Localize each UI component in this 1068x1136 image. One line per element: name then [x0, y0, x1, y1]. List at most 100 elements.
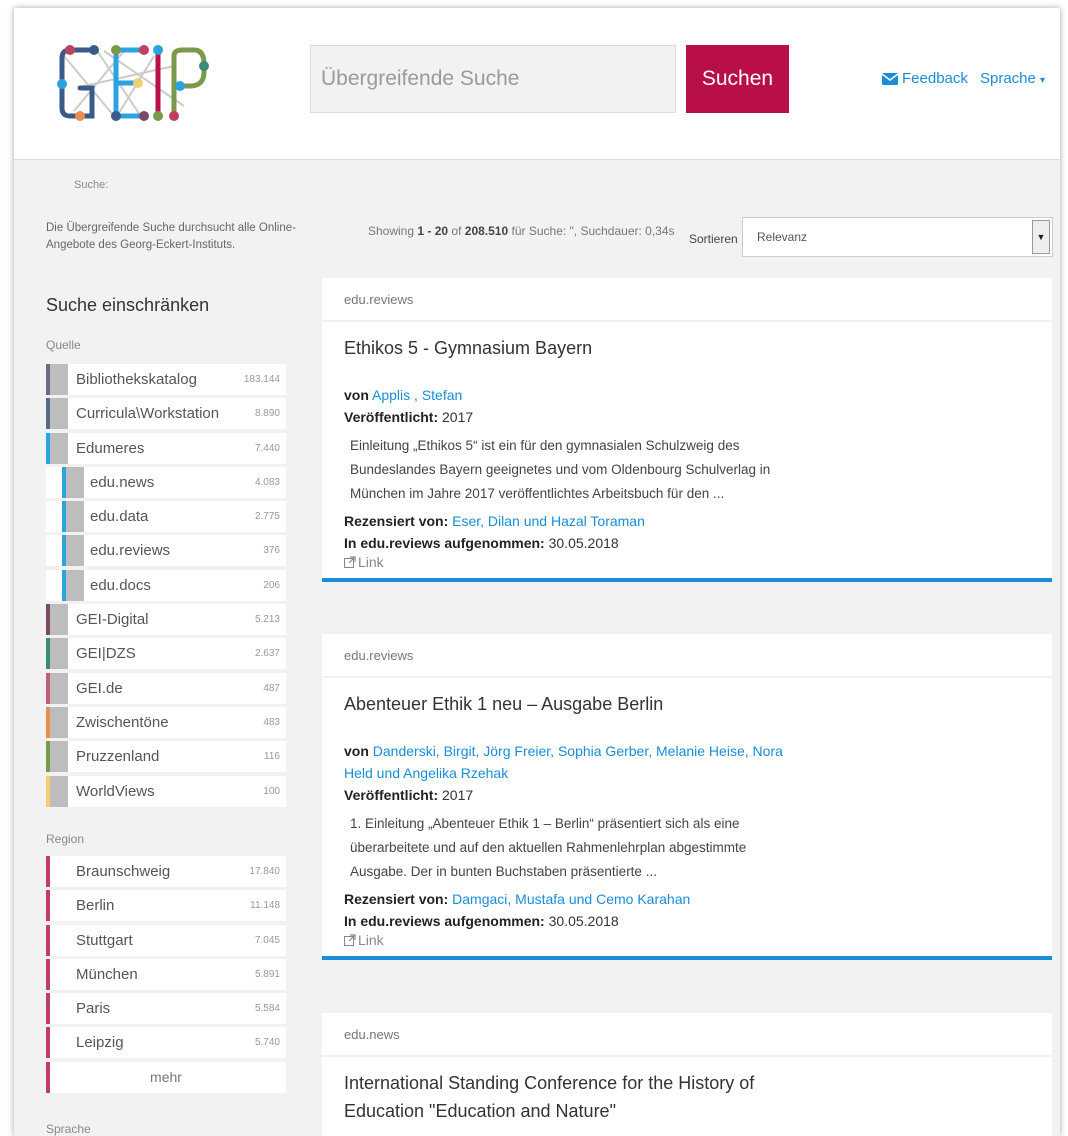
facet-label: edu.news — [90, 473, 155, 491]
facet-group-region: Region — [46, 832, 85, 846]
result-link[interactable]: Link — [344, 554, 384, 570]
facet-item[interactable]: Bibliothekskatalog 183.144 — [46, 364, 286, 395]
facet-count: 11.148 — [250, 900, 280, 912]
result-source: edu.news — [322, 1013, 1052, 1057]
facet-shade-marker — [50, 432, 68, 464]
facet-shade-marker — [50, 741, 68, 773]
facet-group-quelle: Quelle — [46, 338, 81, 352]
result-body: International Standing Conference for th… — [322, 1057, 1052, 1136]
page: Suchen Feedback Sprache ▾ Suche: Die Übe… — [14, 8, 1060, 1136]
reviewed-label: Rezensiert von: — [344, 891, 449, 907]
facet-count: 17.840 — [249, 866, 280, 877]
result-reviewers: Rezensiert von: Damgaci, Mustafa und Cem… — [344, 888, 1030, 910]
facet-item[interactable]: GEI|DZS 2.637 — [46, 638, 286, 670]
search-duration: für Suche: ", Suchdauer: 0,34s — [511, 224, 675, 238]
by-label: von — [344, 387, 369, 403]
facet-item[interactable]: Pruzzenland 116 — [46, 741, 286, 773]
published-label: Veröffentlicht: — [344, 409, 439, 425]
facet-item[interactable]: Edumeres 7.440 — [46, 432, 286, 464]
facet-shade-marker — [50, 706, 68, 738]
facet-title: Suche einschränken — [46, 295, 210, 315]
link-label: Link — [358, 554, 384, 570]
facet-count: 376 — [263, 545, 280, 557]
facet-item[interactable]: Berlin 11.148 — [46, 890, 286, 922]
published-year: 2017 — [442, 787, 474, 803]
facet-item[interactable]: WorldViews 100 — [46, 775, 286, 807]
added-label: In edu.reviews aufgenommen: — [344, 535, 545, 551]
facet-shade-marker — [50, 398, 68, 430]
facet-list-region: Braunschweig 17.840 Berlin 11.148 Stuttgart 7… — [46, 856, 286, 1096]
facet-shade-marker — [50, 775, 68, 807]
facet-color-marker — [46, 1027, 50, 1059]
facet-item[interactable]: edu.reviews 376 — [46, 535, 286, 567]
gei-logo[interactable] — [54, 36, 214, 132]
facet-color-marker — [46, 856, 50, 887]
link-label: Link — [358, 932, 384, 948]
author-link[interactable]: Danderski, Birgit, Jörg Freier, Sophia G… — [344, 743, 783, 781]
search-input[interactable] — [310, 45, 676, 113]
facet-item[interactable]: Zwischentöne 483 — [46, 706, 286, 738]
facet-label: edu.reviews — [90, 542, 171, 560]
facet-item[interactable]: edu.docs 206 — [46, 569, 286, 601]
result-authors: von Applis , Stefan — [344, 384, 1030, 406]
facet-shade-marker — [50, 672, 68, 704]
facet-color-marker — [46, 993, 50, 1025]
facet-count: 8.890 — [254, 408, 280, 420]
facet-count: 5.584 — [254, 1003, 280, 1015]
facet-label: edu.data — [90, 508, 149, 526]
header: Suchen Feedback Sprache ▾ — [14, 8, 1060, 160]
facet-item[interactable]: Leipzig 5.740 — [46, 1027, 286, 1059]
facet-count: 5.740 — [254, 1037, 280, 1049]
sort-select[interactable]: Relevanz ▼ — [742, 217, 1053, 257]
facet-label: Edumeres — [76, 439, 145, 457]
facet-shade-marker — [66, 569, 84, 601]
reviewer-link[interactable]: Eser, Dilan und Hazal Toraman — [452, 513, 645, 529]
facet-item[interactable]: Curricula\Workstation 8.890 — [46, 398, 286, 430]
facet-count: 206 — [263, 579, 280, 591]
facet-count: 483 — [263, 716, 280, 728]
facet-label: edu.docs — [90, 576, 151, 594]
facet-count: 4.083 — [254, 476, 280, 488]
reviewed-label: Rezensiert von: — [344, 513, 449, 529]
external-link-icon — [344, 934, 356, 946]
breadcrumb: Suche: — [74, 179, 109, 191]
search-button[interactable]: Suchen — [686, 45, 789, 113]
facet-item[interactable]: GEI-Digital 5.213 — [46, 604, 286, 636]
published-year: 2017 — [442, 409, 474, 425]
result-link[interactable]: Link — [344, 932, 384, 948]
facet-shade-marker — [66, 535, 84, 567]
result-title[interactable]: Abenteuer Ethik 1 neu – Ausgabe Berlin — [344, 690, 1030, 718]
facet-count: 183.144 — [243, 374, 280, 385]
added-label: In edu.reviews aufgenommen: — [344, 913, 545, 929]
feedback-link[interactable]: Feedback — [882, 70, 968, 87]
facet-count: 2.637 — [254, 648, 280, 660]
facet-item[interactable]: München 5.891 — [46, 958, 286, 990]
result-source: edu.reviews — [322, 278, 1052, 322]
facet-item[interactable]: Stuttgart 7.045 — [46, 924, 286, 956]
facet-more-label: mehr — [150, 1069, 182, 1086]
facet-label: Leipzig — [76, 1034, 124, 1052]
facet-count: 5.213 — [254, 614, 280, 626]
chevron-down-icon[interactable]: ▼ — [1032, 220, 1050, 254]
facet-label: GEI|DZS — [76, 645, 136, 663]
facet-item[interactable]: edu.data 2.775 — [46, 501, 286, 533]
reviewer-link[interactable]: Damgaci, Mustafa und Cemo Karahan — [452, 891, 690, 907]
result-total: 208.510 — [464, 224, 509, 238]
result-title[interactable]: Ethikos 5 - Gymnasium Bayern — [344, 334, 1030, 362]
facet-item[interactable]: Braunschweig 17.840 — [46, 856, 286, 887]
facet-item[interactable]: Paris 5.584 — [46, 993, 286, 1025]
language-dropdown[interactable]: Sprache ▾ — [980, 70, 1045, 87]
facet-count: 2.775 — [254, 511, 280, 523]
sort-label: Sortieren — [689, 232, 738, 246]
result-title[interactable]: International Standing Conference for th… — [344, 1069, 804, 1125]
facet-more-button[interactable]: mehr — [46, 1061, 286, 1093]
facet-label: WorldViews — [76, 782, 155, 800]
facet-count: 7.045 — [254, 934, 280, 946]
facet-list-quelle: Bibliothekskatalog 183.144 Curricula\Works… — [46, 364, 286, 810]
by-label: von — [344, 743, 369, 759]
facet-item[interactable]: edu.news 4.083 — [46, 466, 286, 498]
facet-count: 100 — [263, 785, 280, 797]
facet-item[interactable]: GEI.de 487 — [46, 672, 286, 704]
author-link[interactable]: Applis , Stefan — [372, 387, 462, 403]
facet-count: 116 — [264, 751, 280, 763]
